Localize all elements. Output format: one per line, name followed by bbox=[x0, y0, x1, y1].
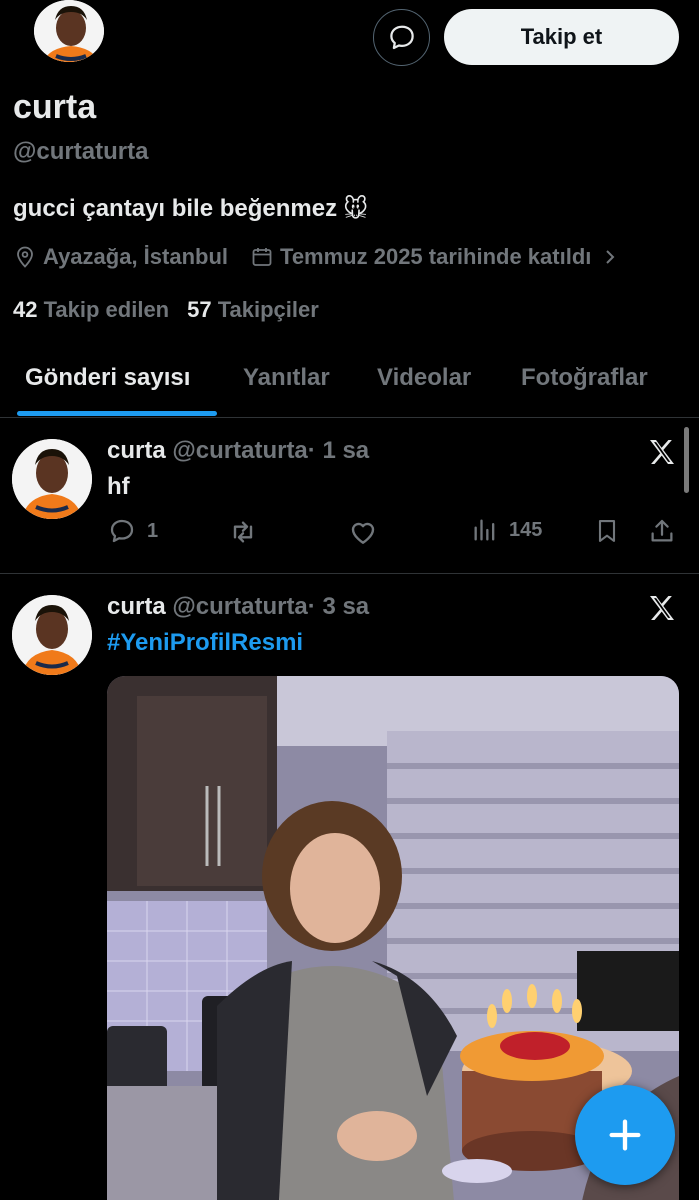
chevron-right-icon[interactable] bbox=[601, 247, 619, 267]
tab-replies[interactable]: Yanıtlar bbox=[243, 364, 330, 392]
post-hashtag[interactable]: #YeniProfilResmi bbox=[107, 629, 303, 657]
post-author-handle[interactable]: @curtaturta bbox=[172, 437, 307, 464]
follow-stats: 42 Takip edilen 57 Takipçiler bbox=[13, 297, 319, 323]
scrollbar[interactable] bbox=[684, 427, 689, 493]
profile-avatar[interactable] bbox=[32, 0, 106, 64]
views-button[interactable]: 145 bbox=[471, 516, 542, 544]
profile-bio: gucci çantayı bile beğenmez 🐭 bbox=[13, 195, 368, 223]
post-author-name[interactable]: curta bbox=[107, 593, 166, 620]
post-author-handle[interactable]: @curtaturta bbox=[172, 593, 307, 620]
like-button[interactable] bbox=[347, 516, 379, 548]
profile-meta: Ayazağa, İstanbul Temmuz 2025 tarihinde … bbox=[13, 244, 641, 270]
compose-button[interactable] bbox=[575, 1085, 675, 1185]
post-header: curta @curtaturta· 1 sa bbox=[107, 437, 369, 465]
bookmark-icon bbox=[598, 520, 616, 542]
profile-joined: Temmuz 2025 tarihinde katıldı bbox=[280, 244, 592, 269]
profile-name: curta bbox=[13, 88, 97, 126]
following-link[interactable]: 42 Takip edilen bbox=[13, 297, 169, 323]
repost-icon bbox=[233, 521, 253, 543]
reply-count: 1 bbox=[147, 519, 159, 542]
active-tab-indicator bbox=[17, 411, 217, 416]
tab-posts[interactable]: Gönderi sayısı bbox=[25, 364, 190, 392]
post-time: · 1 sa bbox=[307, 437, 370, 464]
tab-photos[interactable]: Fotoğraflar bbox=[521, 364, 648, 392]
reply-icon bbox=[110, 519, 134, 543]
message-icon bbox=[389, 25, 414, 49]
follow-button[interactable]: Takip et bbox=[444, 9, 679, 65]
message-button[interactable] bbox=[373, 9, 430, 66]
reply-button[interactable]: 1 bbox=[107, 516, 158, 546]
post-avatar[interactable] bbox=[12, 595, 92, 675]
share-icon bbox=[651, 519, 673, 542]
x-logo-icon bbox=[650, 440, 674, 464]
views-icon bbox=[474, 519, 495, 541]
repost-button[interactable] bbox=[227, 516, 259, 548]
followers-link[interactable]: 57 Takipçiler bbox=[187, 297, 319, 323]
post-text: hf bbox=[107, 473, 130, 500]
heart-icon bbox=[351, 522, 375, 544]
share-button[interactable] bbox=[647, 516, 677, 546]
profile-location: Ayazağa, İstanbul bbox=[43, 244, 229, 269]
x-logo-icon bbox=[650, 596, 674, 620]
bookmark-button[interactable] bbox=[593, 516, 621, 546]
post-author-name[interactable]: curta bbox=[107, 437, 166, 464]
post-divider bbox=[0, 573, 699, 574]
view-count: 145 bbox=[509, 518, 543, 541]
location-icon bbox=[17, 246, 33, 268]
post-header: curta @curtaturta· 3 sa bbox=[107, 593, 369, 621]
mouse-emoji: 🐭 bbox=[343, 195, 369, 223]
post-time: · 3 sa bbox=[307, 593, 370, 620]
profile-tabs: Gönderi sayısı Yanıtlar Videolar Fotoğra… bbox=[0, 352, 699, 418]
bio-text: gucci çantayı bile beğenmez bbox=[13, 195, 338, 222]
plus-icon bbox=[609, 1119, 641, 1151]
post-avatar[interactable] bbox=[12, 439, 92, 519]
calendar-icon bbox=[252, 248, 272, 266]
tab-videos[interactable]: Videolar bbox=[377, 364, 471, 392]
post-actions: 1 145 bbox=[107, 516, 677, 552]
profile-handle: @curtaturta bbox=[13, 138, 149, 165]
